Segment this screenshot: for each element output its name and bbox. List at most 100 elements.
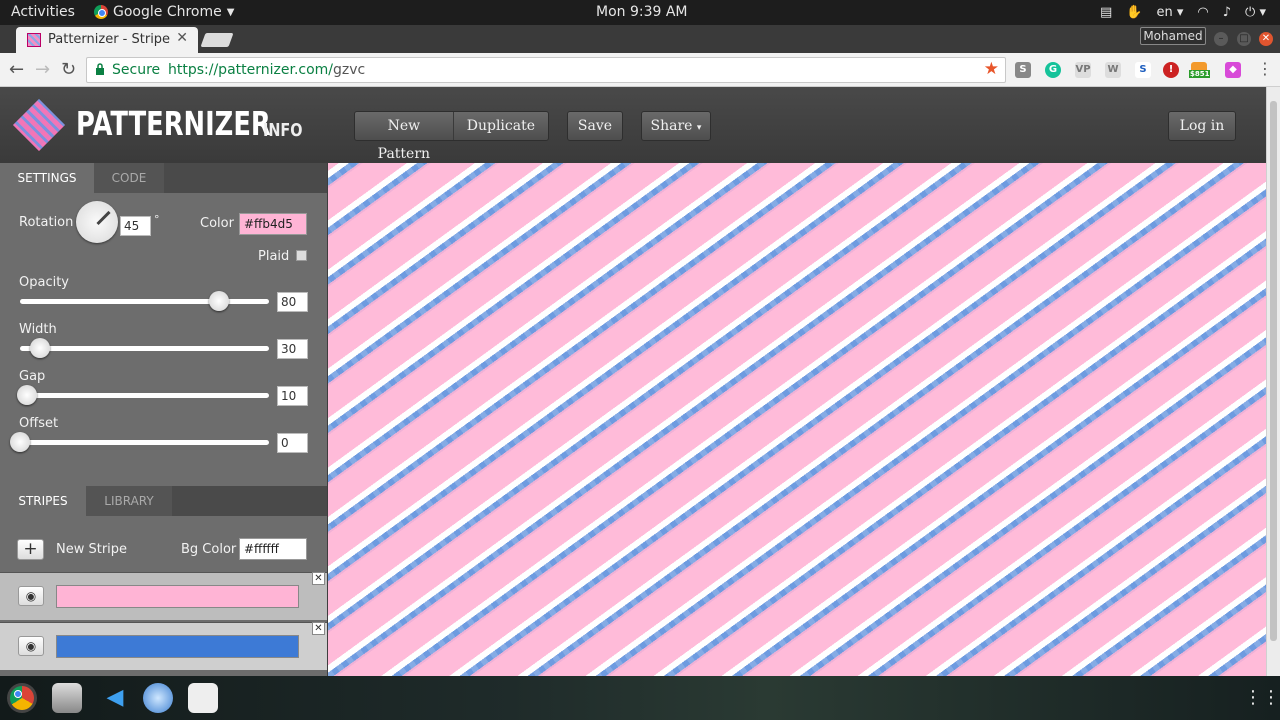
bg-color-label: Bg Color (181, 542, 237, 557)
close-window-icon[interactable]: ✕ (1259, 32, 1273, 46)
slider-value-input[interactable]: 30 (277, 339, 308, 359)
delete-stripe-icon[interactable]: ✕ (312, 572, 325, 585)
extension-vp-icon[interactable]: VP (1075, 62, 1091, 78)
logo-text[interactable]: PATTERNIZER (76, 104, 271, 143)
address-bar[interactable]: Secure https://patternizer.com/gzvc ★ (86, 57, 1006, 83)
info-link[interactable]: INFO (263, 120, 302, 141)
extension-badge-icon[interactable]: $851 (1189, 62, 1211, 78)
reload-icon[interactable]: ↻ (61, 59, 76, 80)
extension-color-icon[interactable]: ◆ (1225, 62, 1241, 78)
bg-color-input[interactable]: #ffffff (239, 538, 307, 560)
tab-code[interactable]: CODE (94, 163, 164, 193)
app-dock-icon[interactable] (188, 683, 218, 713)
rotation-input[interactable]: 45 (120, 216, 151, 236)
clock[interactable]: Mon 9:39 AM (596, 4, 688, 20)
extension-w-icon[interactable]: W (1105, 62, 1121, 78)
app-header: PATTERNIZER INFO New Pattern Duplicate S… (0, 87, 1266, 163)
stripe-color-swatch[interactable] (56, 635, 299, 658)
storage-icon[interactable]: ▤ (1100, 5, 1112, 20)
caret-down-icon: ▾ (696, 123, 702, 133)
duplicate-button[interactable]: Duplicate (454, 112, 548, 140)
slider-thumb[interactable] (29, 338, 50, 358)
close-tab-icon[interactable]: ✕ (176, 30, 188, 46)
slider-track[interactable] (17, 385, 269, 405)
extension-flag-icon[interactable]: ! (1163, 62, 1179, 78)
new-stripe-label: New Stripe (56, 542, 128, 557)
plaid-checkbox[interactable] (296, 250, 307, 261)
stripe-row[interactable]: ◉ ✕ (0, 572, 327, 620)
slider-track[interactable] (20, 291, 269, 311)
scrollbar-thumb[interactable] (1270, 101, 1277, 641)
slider-value-input[interactable]: 80 (277, 292, 308, 312)
extension-ss-icon[interactable]: S (1135, 62, 1151, 78)
tab-settings[interactable]: SETTINGS (0, 163, 94, 193)
login-button[interactable]: Log in (1168, 111, 1236, 141)
pattern-canvas[interactable] (328, 163, 1266, 676)
chrome-icon (10, 686, 34, 710)
degree-symbol: ° (154, 213, 160, 226)
grammarly-icon[interactable]: G (1045, 62, 1061, 78)
slider-thumb[interactable] (17, 385, 38, 405)
show-apps-icon[interactable]: ⋮⋮ (1244, 683, 1280, 713)
vscode-dock-icon[interactable]: ◀ (100, 683, 130, 713)
language-indicator[interactable]: en ▾ (1156, 5, 1183, 20)
color-label: Color (200, 216, 234, 231)
slider-thumb[interactable] (209, 291, 230, 311)
tab-patternizer[interactable]: Patternizer - Stripe ✕ (16, 27, 198, 53)
slider-track[interactable] (20, 338, 269, 358)
wifi-icon[interactable]: ◠ (1197, 5, 1208, 20)
slider-thumb[interactable] (10, 432, 30, 452)
minimize-icon[interactable]: – (1214, 32, 1228, 46)
app-menu[interactable]: Google Chrome ▼ (94, 4, 234, 20)
patternizer-favicon (27, 33, 41, 47)
ubuntu-dock: ◀ ⋮⋮ (0, 676, 1280, 720)
maximize-icon[interactable]: □ (1237, 32, 1251, 46)
tab-stripes[interactable]: STRIPES (0, 486, 86, 516)
tab-library[interactable]: LIBRARY (86, 486, 172, 516)
pattern-button-group: New Pattern Duplicate (354, 111, 549, 162)
plaid-label: Plaid (258, 249, 290, 264)
activities-button[interactable]: Activities (11, 4, 75, 20)
share-button[interactable]: Share ▾ (641, 111, 711, 141)
slider-value-input[interactable]: 0 (277, 433, 308, 453)
bookmark-star-icon[interactable]: ★ (984, 59, 999, 79)
page-scrollbar[interactable] (1266, 87, 1280, 676)
slider-label: Opacity (19, 275, 70, 290)
browser-toolbar: ← → ↻ Secure https://patternizer.com/gzv… (0, 53, 1280, 87)
patternizer-logo[interactable] (13, 99, 65, 151)
back-arrow-icon[interactable]: ← (9, 59, 24, 80)
settings-tabs: SETTINGS CODE (0, 163, 327, 193)
slider-value-input[interactable]: 10 (277, 386, 308, 406)
eye-icon: ◉ (25, 639, 37, 653)
power-icon[interactable]: ⏻ ▾ (1245, 5, 1266, 20)
stripe-row[interactable]: ◉ ✕ (0, 622, 327, 670)
forward-arrow-icon[interactable]: → (35, 59, 50, 80)
stripes-tabs: STRIPES LIBRARY (0, 486, 327, 516)
system-tray[interactable]: ▤ ✋ en ▾ ◠ ♪ ⏻ ▾ (1100, 0, 1280, 25)
files-dock-icon[interactable] (52, 683, 82, 713)
profile-button[interactable]: Mohamed (1140, 27, 1206, 45)
chrome-menu-icon[interactable]: ⋮ (1257, 59, 1273, 78)
new-tab-button[interactable] (200, 33, 234, 47)
share-label: Share (650, 118, 693, 134)
chrome-dock-icon[interactable] (7, 683, 37, 713)
visibility-toggle-button[interactable]: ◉ (18, 636, 44, 656)
eye-icon: ◉ (25, 589, 37, 603)
add-stripe-button[interactable]: + (17, 539, 44, 560)
volume-icon[interactable]: ♪ (1223, 5, 1231, 20)
accessibility-icon[interactable]: ✋ (1126, 5, 1142, 20)
slider-label: Offset (19, 416, 59, 431)
lock-icon (96, 63, 104, 75)
caret-down-icon: ▼ (226, 6, 235, 18)
slider-track[interactable] (10, 432, 269, 452)
save-button[interactable]: Save (567, 111, 623, 141)
delete-stripe-icon[interactable]: ✕ (312, 622, 325, 635)
new-pattern-button[interactable]: New Pattern (355, 112, 454, 162)
extension-s-icon[interactable]: S (1015, 62, 1031, 78)
chrome-icon (94, 5, 108, 19)
stripe-color-swatch[interactable] (56, 585, 299, 608)
color-input[interactable]: #ffb4d5 (239, 213, 307, 235)
rotation-dial[interactable] (76, 201, 118, 243)
browser-dock-icon[interactable] (143, 683, 173, 713)
visibility-toggle-button[interactable]: ◉ (18, 586, 44, 606)
